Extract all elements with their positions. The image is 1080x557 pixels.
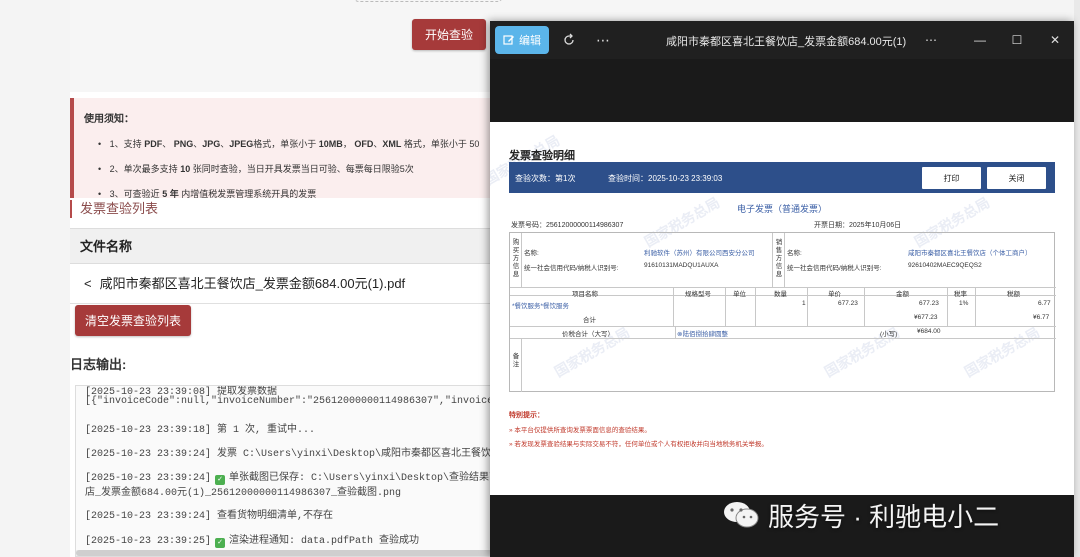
total-lower: ¥684.00 <box>917 328 941 335</box>
item-qty: 1 <box>802 300 806 307</box>
log-line: [2025-10-23 23:39:18] 第 1 次, 重试中... <box>85 425 316 436</box>
item-tax: 6.77 <box>1038 300 1051 307</box>
buyer-name-label: 名称: <box>524 250 539 257</box>
start-check-button[interactable]: 开始查验 <box>412 19 486 50</box>
col-header: 数量 <box>774 291 787 298</box>
tip-item: » 若发现发票查验结果与实际交易不符，任何单位或个人有权拒收并向当地税务机关举报… <box>509 441 768 448</box>
more-icon[interactable]: ⋯ <box>921 30 941 50</box>
seller-name: 咸阳市秦都区喜北王餐饮店（个体工商户） <box>908 250 1032 257</box>
edit-icon <box>503 35 514 45</box>
list-title: 发票查验列表 <box>70 200 158 218</box>
rotate-icon[interactable] <box>559 30 579 50</box>
log-line: [2025-10-23 23:39:24] 查看货物明细清单,不存在 <box>85 511 334 522</box>
wechat-icon <box>724 502 759 528</box>
scrollbar-thumb[interactable] <box>76 550 496 556</box>
tips-title: 特别提示： <box>509 412 544 419</box>
check-time: 查验时间：2025-10-23 23:39:03 <box>608 174 723 183</box>
total-label: 价税合计（大写） <box>562 331 614 338</box>
background-window-edge <box>1074 0 1080 557</box>
invoice-date: 开票日期：2025年10月06日 <box>814 222 902 229</box>
seller-tax-id: 92610402MAEC9QEQS2 <box>908 262 982 269</box>
col-header: 项目名称 <box>572 291 598 298</box>
seller-tax-label: 统一社会信用代码/纳税人识别号: <box>787 265 882 272</box>
total-lower-label: (小写) <box>880 331 898 338</box>
sum-amount: ¥677.23 <box>914 314 938 321</box>
invoice-screenshot: 国家税务总局 国家税务总局 国家税务总局 国家税务总局 国家税务总局 国家税务总… <box>490 122 1074 495</box>
item-price: 677.23 <box>838 300 858 307</box>
col-header: 单位 <box>733 291 746 298</box>
item-name: *餐饮服务*餐饮服务 <box>512 303 570 310</box>
log-line: [2025-10-23 23:39:24] 发票 C:\Users\yinxi\… <box>85 449 518 460</box>
col-header: 单价 <box>828 291 841 298</box>
clear-list-button[interactable]: 清空发票查验列表 <box>75 305 191 336</box>
print-button: 打印 <box>922 167 981 189</box>
log-title: 日志输出: <box>70 357 127 372</box>
log-line: 店_发票金额684.00元(1)_25612000000114986307_查验… <box>85 488 402 499</box>
remark-label: 备注 <box>512 353 520 368</box>
expand-icon[interactable]: < <box>84 276 92 291</box>
buyer-section-label: 购买方信息 <box>512 239 520 278</box>
invoice-table: 购买方信息 名称: 利驰软件（苏州）有限公司西安分公司 统一社会信用代码/纳税人… <box>509 232 1056 392</box>
total-upper: ⊗陆佰捌拾肆圆整 <box>677 331 728 338</box>
close-button[interactable]: ✕ <box>1045 30 1065 50</box>
col-header: 金额 <box>896 291 909 298</box>
edit-button[interactable]: 编辑 <box>495 26 549 54</box>
check-icon: ✓ <box>215 538 226 548</box>
buyer-name: 利驰软件（苏州）有限公司西安分公司 <box>644 250 755 257</box>
log-line: [2025-10-23 23:39:25] ✓ 渲染进程通知: data.pdfPa… <box>85 536 420 548</box>
title-bar: 编辑 ⋯ 咸阳市秦都区喜北王餐饮店_发票金额684.00元(1)_25... ⋯… <box>490 21 1074 59</box>
check-count: 查验次数：第1次 <box>515 174 576 183</box>
wechat-service-badge: 服务号 · 利驰电小二 <box>722 496 999 534</box>
image-viewer-window: 编辑 ⋯ 咸阳市秦都区喜北王餐饮店_发票金额684.00元(1)_25... ⋯… <box>490 21 1074 557</box>
buyer-tax-id: 91610131MADQU1AUXA <box>644 262 719 269</box>
minimize-button[interactable]: — <box>970 30 990 50</box>
file-name: 咸阳市秦都区喜北王餐饮店_发票金额684.00元(1).pdf <box>99 276 406 291</box>
item-rate: 1% <box>959 300 969 307</box>
log-line: [{"invoiceCode":null,"invoiceNumber":"25… <box>85 396 560 407</box>
page-title: 发票查验明细 <box>509 150 575 162</box>
col-header: 税率 <box>954 291 967 298</box>
seller-section-label: 销售方信息 <box>775 239 783 278</box>
invoice-type: 电子发票（普通发票） <box>736 204 827 214</box>
invoice-number: 发票号码：25612000000114986307 <box>511 222 624 229</box>
canvas-background <box>490 59 1074 122</box>
buyer-tax-label: 统一社会信用代码/纳税人识别号: <box>524 265 619 272</box>
col-header: 税额 <box>1007 291 1020 298</box>
window-title: 咸阳市秦都区喜北王餐饮店_发票金额684.00元(1)_25... <box>666 36 906 48</box>
upload-dropzone[interactable] <box>353 0 503 2</box>
check-info-bar: 查验次数：第1次 查验时间：2025-10-23 23:39:03 打印 关闭 <box>509 162 1055 193</box>
seller-name-label: 名称: <box>787 250 802 257</box>
item-amount: 677.23 <box>919 300 939 307</box>
sum-tax: ¥6.77 <box>1033 314 1050 321</box>
sum-label: 合计 <box>583 317 596 324</box>
maximize-button[interactable]: ☐ <box>1007 30 1027 50</box>
tip-item: » 本平台仅提供所查询发票票面信息的查验结果。 <box>509 427 651 434</box>
more-options-icon[interactable]: ⋯ <box>593 30 613 50</box>
wechat-label: 服务号 · 利驰电小二 <box>768 501 1000 532</box>
close-invoice-button: 关闭 <box>987 167 1046 189</box>
col-header: 规格型号 <box>685 291 711 298</box>
